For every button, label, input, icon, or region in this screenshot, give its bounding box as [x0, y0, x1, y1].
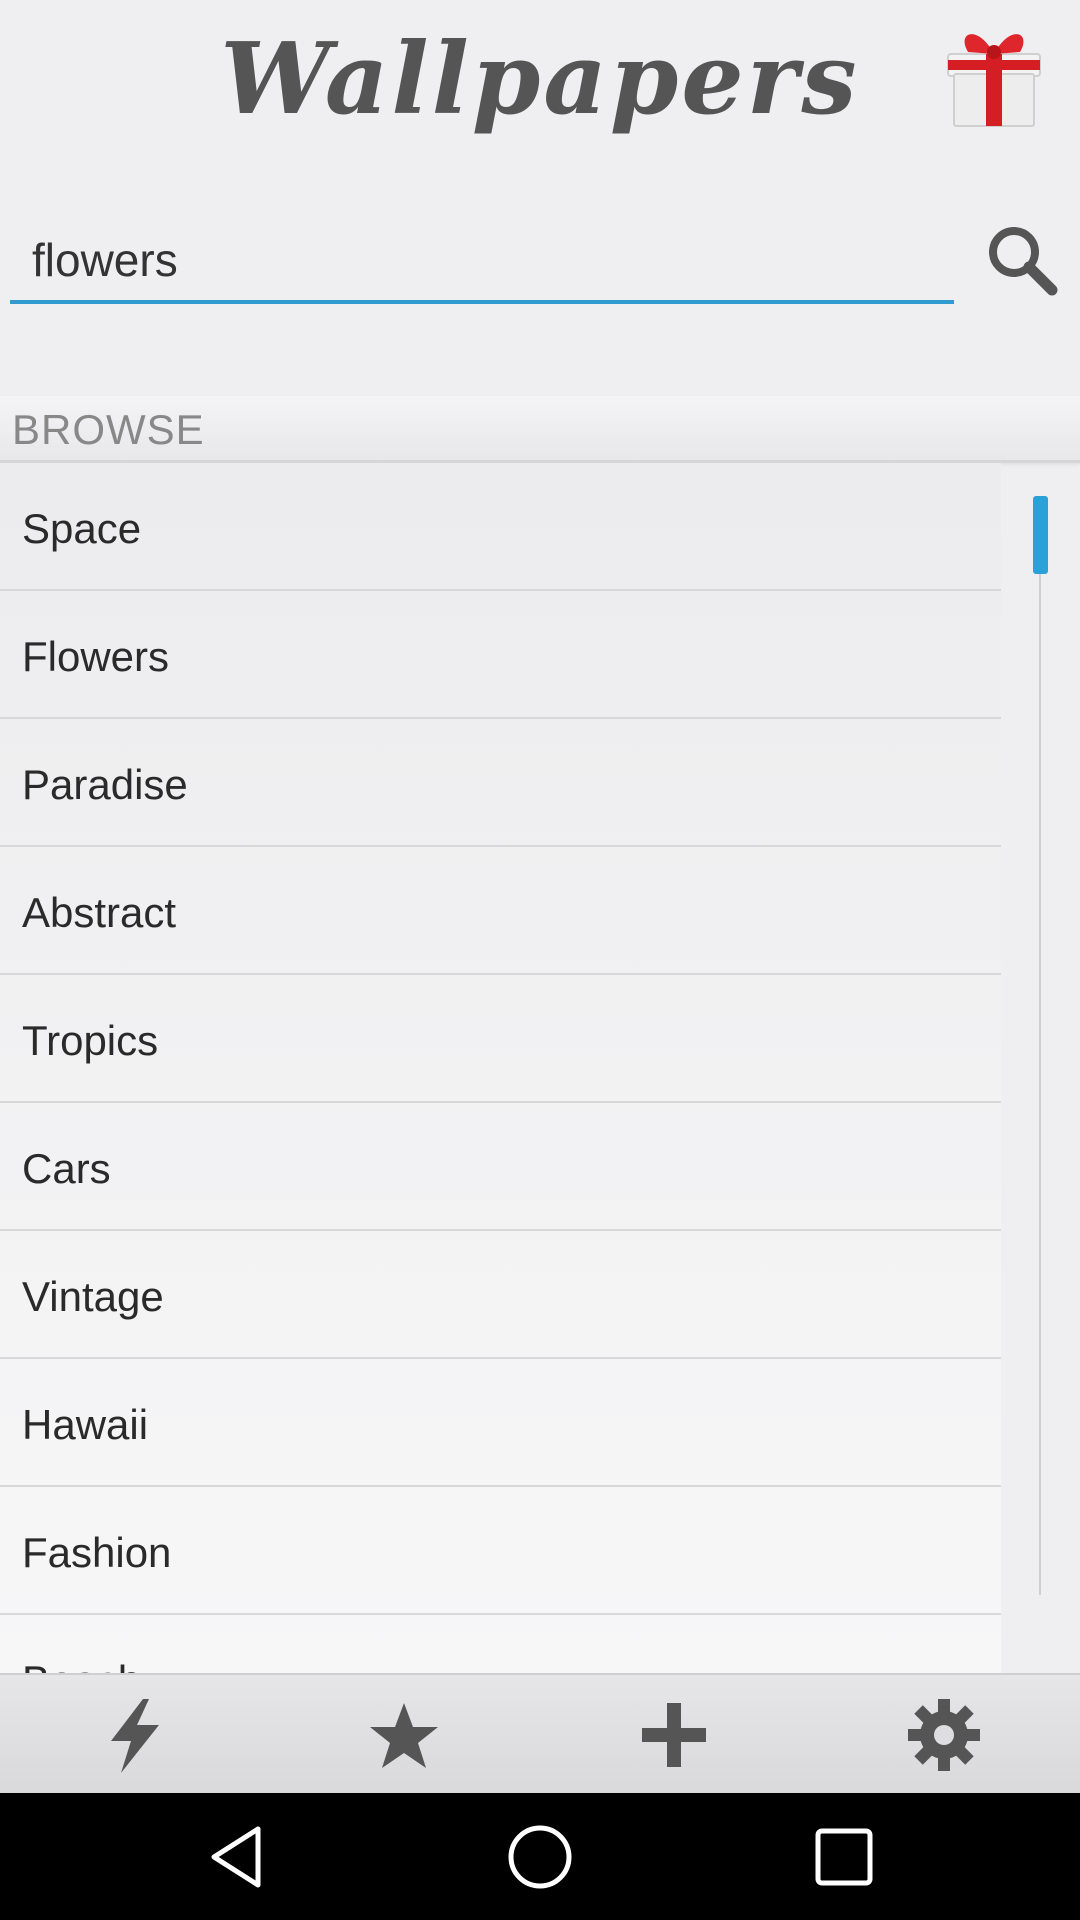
category-label: Paradise — [22, 761, 188, 808]
category-item-paradise[interactable]: Paradise — [0, 719, 1001, 847]
search-icon — [989, 227, 1058, 296]
category-item-hawaii[interactable]: Hawaii — [0, 1359, 1001, 1487]
category-label: Vintage — [22, 1273, 164, 1320]
star-icon — [370, 1703, 438, 1768]
popular-button[interactable] — [95, 1695, 175, 1775]
browse-label: BROWSE — [12, 406, 205, 453]
add-button[interactable] — [634, 1695, 714, 1775]
gear-icon — [908, 1699, 980, 1771]
category-label: Beach — [22, 1657, 141, 1673]
category-item-beach[interactable]: Beach — [0, 1615, 1001, 1673]
scrollbar-track[interactable] — [1039, 500, 1041, 1595]
lightning-icon — [111, 1699, 159, 1773]
browse-section-header: BROWSE — [0, 396, 1080, 463]
category-item-tropics[interactable]: Tropics — [0, 975, 1001, 1103]
gift-icon — [947, 34, 1041, 127]
recents-button[interactable] — [806, 1819, 882, 1895]
category-label: Abstract — [22, 889, 177, 936]
category-list: Space Flowers Paradise Abstract Tropics … — [0, 463, 1001, 1673]
back-button[interactable] — [200, 1819, 276, 1895]
category-label: Tropics — [22, 1017, 159, 1064]
category-label: Flowers — [22, 633, 170, 680]
category-item-fashion[interactable]: Fashion — [0, 1487, 1001, 1615]
category-label: Cars — [22, 1145, 111, 1192]
settings-button[interactable] — [904, 1695, 984, 1775]
category-label: Space — [22, 505, 142, 552]
bottom-toolbar — [0, 1673, 1080, 1795]
home-button[interactable] — [502, 1819, 578, 1895]
search-input[interactable] — [10, 220, 954, 304]
search-button[interactable] — [982, 220, 1062, 300]
category-item-abstract[interactable]: Abstract — [0, 847, 1001, 975]
category-item-space[interactable]: Space — [0, 463, 1001, 591]
category-item-vintage[interactable]: Vintage — [0, 1231, 1001, 1359]
category-label: Hawaii — [22, 1401, 149, 1448]
app-title: Wallpapers — [220, 22, 860, 137]
category-label: Fashion — [22, 1529, 172, 1576]
app-header: Wallpapers — [0, 0, 1080, 160]
system-nav-bar — [0, 1793, 1080, 1920]
category-item-cars[interactable]: Cars — [0, 1103, 1001, 1231]
search-bar — [0, 200, 1080, 320]
plus-icon — [642, 1703, 706, 1767]
back-icon — [211, 1826, 261, 1888]
scrollbar-thumb[interactable] — [1033, 496, 1048, 574]
recents-icon — [815, 1828, 873, 1886]
gift-button[interactable] — [938, 14, 1050, 130]
home-icon — [508, 1825, 572, 1889]
category-item-flowers[interactable]: Flowers — [0, 591, 1001, 719]
favorites-button[interactable] — [364, 1695, 444, 1775]
wallpapers-screen: Wallpapers flowers BROWSE Space Flowers … — [0, 0, 1080, 1920]
